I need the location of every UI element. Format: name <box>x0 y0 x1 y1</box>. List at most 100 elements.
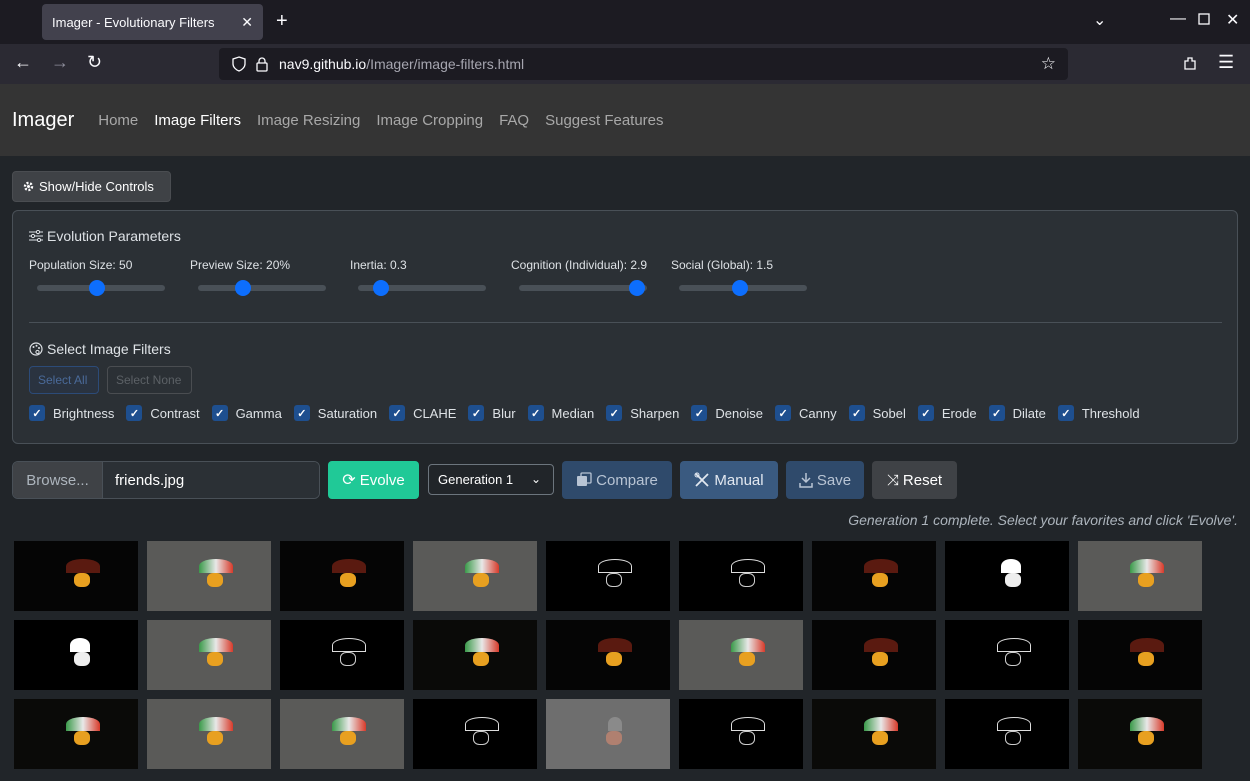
slider-thumb[interactable] <box>89 280 106 296</box>
filter-checkbox-threshold[interactable]: ✓ Threshold <box>1057 405 1140 421</box>
filename-field[interactable]: friends.jpg <box>103 462 319 498</box>
slider-thumb[interactable] <box>628 280 645 296</box>
checkbox-checked-icon[interactable]: ✓ <box>293 405 310 421</box>
checkbox-checked-icon[interactable]: ✓ <box>1057 405 1074 421</box>
filter-checkbox-erode[interactable]: ✓ Erode <box>917 405 977 421</box>
thumbnail[interactable] <box>546 620 670 690</box>
social-slider[interactable]: Social (Global): 1.5 <box>671 258 821 296</box>
checkbox-checked-icon[interactable]: ✓ <box>848 405 865 421</box>
nav-image-resizing[interactable]: Image Resizing <box>257 112 360 129</box>
filter-checkbox-canny[interactable]: ✓ Canny <box>775 405 837 421</box>
checkbox-checked-icon[interactable]: ✓ <box>211 405 228 421</box>
reset-button[interactable]: ⤨ Reset <box>872 461 957 499</box>
forward-icon[interactable]: → <box>51 52 69 73</box>
thumbnail[interactable] <box>413 699 537 769</box>
file-input-group[interactable]: Browse... friends.jpg <box>12 461 320 499</box>
filter-checkbox-blur[interactable]: ✓ Blur <box>468 405 516 421</box>
thumbnail[interactable] <box>945 620 1069 690</box>
thumbnail[interactable] <box>945 699 1069 769</box>
thumbnail[interactable] <box>1078 541 1202 611</box>
evolve-button[interactable]: ⟳ Evolve <box>328 461 419 499</box>
bookmark-star-icon[interactable]: ☆ <box>1041 54 1056 74</box>
thumbnail[interactable] <box>679 699 803 769</box>
compare-button[interactable]: Compare <box>562 461 672 499</box>
slider-thumb[interactable] <box>732 280 749 296</box>
checkbox-checked-icon[interactable]: ✓ <box>988 405 1005 421</box>
nav-image-filters[interactable]: Image Filters <box>154 112 241 129</box>
inertia-slider[interactable]: Inertia: 0.3 <box>350 258 500 296</box>
checkbox-checked-icon[interactable]: ✓ <box>468 405 485 421</box>
brand[interactable]: Imager <box>12 109 74 132</box>
slider-thumb[interactable] <box>373 280 390 296</box>
checkbox-checked-icon[interactable]: ✓ <box>917 405 934 421</box>
filter-checkbox-gamma[interactable]: ✓ Gamma <box>211 405 282 421</box>
population-size-slider[interactable]: Population Size: 50 <box>29 258 179 296</box>
generation-select[interactable]: Generation 1 ⌄ <box>428 464 554 495</box>
thumbnail[interactable] <box>812 699 936 769</box>
cognition-slider[interactable]: Cognition (Individual): 2.9 <box>511 258 661 296</box>
chevron-down-icon[interactable]: ⌄ <box>1093 10 1106 30</box>
thumbnail[interactable] <box>14 699 138 769</box>
thumbnail[interactable] <box>945 541 1069 611</box>
back-icon[interactable]: ← <box>14 52 32 73</box>
extensions-icon[interactable] <box>1182 55 1198 76</box>
minimize-icon[interactable]: — <box>1170 10 1186 28</box>
filter-checkbox-clahe[interactable]: ✓ CLAHE <box>389 405 456 421</box>
checkbox-checked-icon[interactable]: ✓ <box>29 405 45 421</box>
checkbox-checked-icon[interactable]: ✓ <box>775 405 792 421</box>
thumbnail[interactable] <box>147 620 271 690</box>
close-window-icon[interactable]: ✕ <box>1226 10 1239 30</box>
close-icon[interactable]: ✕ <box>241 14 253 31</box>
thumbnail[interactable] <box>1078 620 1202 690</box>
checkbox-checked-icon[interactable]: ✓ <box>527 405 544 421</box>
thumbnail[interactable] <box>280 541 404 611</box>
filter-checkbox-sobel[interactable]: ✓ Sobel <box>848 405 906 421</box>
show-hide-controls-button[interactable]: Show/Hide Controls <box>12 171 171 202</box>
slider-track[interactable] <box>519 280 647 296</box>
reload-icon[interactable]: ↻ <box>87 52 102 73</box>
thumbnail[interactable] <box>147 699 271 769</box>
filter-checkbox-dilate[interactable]: ✓ Dilate <box>988 405 1046 421</box>
save-button[interactable]: Save <box>786 461 864 499</box>
filter-checkbox-sharpen[interactable]: ✓ Sharpen <box>606 405 679 421</box>
slider-track[interactable] <box>679 280 807 296</box>
filter-checkbox-denoise[interactable]: ✓ Denoise <box>691 405 763 421</box>
slider-track[interactable] <box>37 280 165 296</box>
thumbnail[interactable] <box>546 541 670 611</box>
filter-checkbox-contrast[interactable]: ✓ Contrast <box>126 405 200 421</box>
thumbnail[interactable] <box>147 541 271 611</box>
checkbox-checked-icon[interactable]: ✓ <box>606 405 623 421</box>
nav-suggest-features[interactable]: Suggest Features <box>545 112 663 129</box>
thumbnail[interactable] <box>413 620 537 690</box>
thumbnail[interactable] <box>413 541 537 611</box>
slider-thumb[interactable] <box>234 280 251 296</box>
checkbox-checked-icon[interactable]: ✓ <box>389 405 406 421</box>
thumbnail[interactable] <box>546 699 670 769</box>
slider-track[interactable] <box>198 280 326 296</box>
checkbox-checked-icon[interactable]: ✓ <box>126 405 143 421</box>
slider-track[interactable] <box>358 280 486 296</box>
thumbnail[interactable] <box>812 620 936 690</box>
nav-faq[interactable]: FAQ <box>499 112 529 129</box>
thumbnail[interactable] <box>280 699 404 769</box>
manual-button[interactable]: Manual <box>680 461 778 499</box>
menu-icon[interactable]: ☰ <box>1218 52 1234 73</box>
select-none-button[interactable]: Select None <box>107 366 192 394</box>
filter-checkbox-brightness[interactable]: ✓ Brightness <box>29 405 114 421</box>
thumbnail[interactable] <box>812 541 936 611</box>
address-bar[interactable]: nav9.github.io/Imager/image-filters.html… <box>219 48 1068 80</box>
thumbnail[interactable] <box>280 620 404 690</box>
nav-home[interactable]: Home <box>98 112 138 129</box>
select-all-button[interactable]: Select All <box>29 366 99 394</box>
new-tab-icon[interactable]: + <box>276 10 288 33</box>
thumbnail[interactable] <box>14 620 138 690</box>
filter-checkbox-saturation[interactable]: ✓ Saturation <box>293 405 377 421</box>
thumbnail[interactable] <box>679 541 803 611</box>
filter-checkbox-median[interactable]: ✓ Median <box>527 405 594 421</box>
thumbnail[interactable] <box>679 620 803 690</box>
thumbnail[interactable] <box>1078 699 1202 769</box>
browser-tab[interactable]: Imager - Evolutionary Filters ✕ <box>42 4 263 40</box>
checkbox-checked-icon[interactable]: ✓ <box>691 405 708 421</box>
thumbnail[interactable] <box>14 541 138 611</box>
preview-size-slider[interactable]: Preview Size: 20% <box>190 258 340 296</box>
